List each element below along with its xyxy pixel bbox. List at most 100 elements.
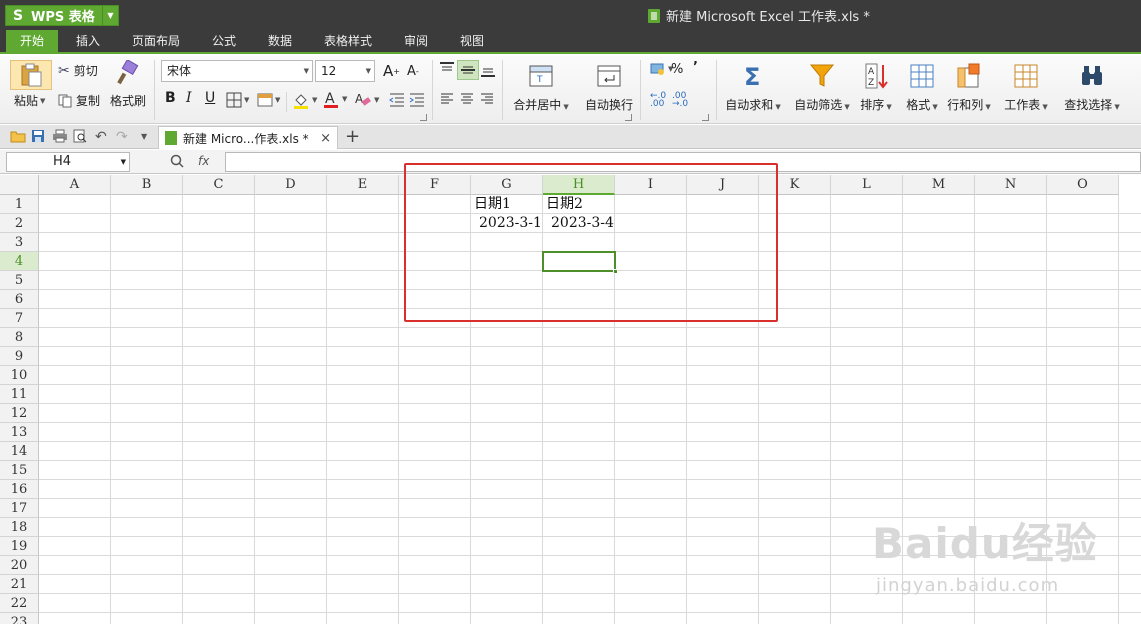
align-right-button[interactable] — [480, 93, 494, 105]
number-dialog-launcher[interactable] — [702, 114, 709, 121]
autosum-button[interactable]: Σ 自动求和 ▼ — [718, 60, 788, 120]
autofilter-button[interactable]: 自动筛选 ▼ — [787, 60, 857, 120]
undo-button[interactable]: ↶ — [95, 129, 107, 145]
insert-function-icon[interactable]: fx — [198, 154, 209, 168]
zoom-search-icon[interactable] — [170, 154, 184, 168]
decrease-indent-button[interactable] — [389, 92, 405, 108]
row-header-21[interactable]: 21 — [0, 575, 39, 594]
row-header-3[interactable]: 3 — [0, 233, 39, 252]
cell-style-button[interactable]: ▼ — [257, 92, 280, 108]
shrink-font-button[interactable]: A- — [407, 64, 419, 79]
row-header-16[interactable]: 16 — [0, 480, 39, 499]
comma-style-button[interactable]: ’ — [693, 60, 698, 75]
column-header-n[interactable]: N — [975, 175, 1047, 195]
row-header-17[interactable]: 17 — [0, 499, 39, 518]
worksheet-button[interactable]: 工作表 ▼ — [998, 60, 1054, 120]
sort-button[interactable]: AZ 排序 ▼ — [848, 60, 904, 120]
row-header-9[interactable]: 9 — [0, 347, 39, 366]
row-header-4[interactable]: 4 — [0, 252, 39, 271]
row-header-1[interactable]: 1 — [0, 195, 39, 214]
italic-button[interactable]: I — [186, 90, 192, 106]
quick-access-menu-button[interactable]: ▼ — [141, 132, 147, 141]
cut-button[interactable]: ✂ 剪切 — [58, 62, 98, 79]
row-header-19[interactable]: 19 — [0, 537, 39, 556]
wrap-text-button[interactable]: 自动换行 — [574, 60, 644, 120]
row-header-22[interactable]: 22 — [0, 594, 39, 613]
row-header-11[interactable]: 11 — [0, 385, 39, 404]
row-header-13[interactable]: 13 — [0, 423, 39, 442]
font-size-select[interactable]: 12 ▼ — [315, 60, 375, 82]
row-header-8[interactable]: 8 — [0, 328, 39, 347]
fill-color-button[interactable]: ▼ — [292, 91, 317, 109]
row-header-7[interactable]: 7 — [0, 309, 39, 328]
column-header-o[interactable]: O — [1047, 175, 1119, 195]
print-preview-button[interactable] — [73, 129, 87, 143]
font-dialog-launcher[interactable] — [420, 114, 427, 121]
tab-page-layout[interactable]: 页面布局 — [122, 30, 190, 52]
alignment-dialog-launcher[interactable] — [625, 114, 632, 121]
plus-icon: + — [345, 126, 361, 147]
chevron-down-icon[interactable]: ▼ — [121, 153, 126, 171]
clear-format-button[interactable]: A ▼ — [354, 91, 379, 109]
column-header-m[interactable]: M — [903, 175, 975, 195]
borders-button[interactable]: ▼ — [226, 92, 249, 108]
tab-home[interactable]: 开始 — [6, 30, 58, 52]
align-left-button[interactable] — [440, 93, 454, 105]
tab-formulas[interactable]: 公式 — [198, 30, 250, 52]
document-tab[interactable]: 新建 Micro...作表.xls * × — [158, 126, 338, 149]
paste-button[interactable] — [10, 60, 52, 90]
column-header-a[interactable]: A — [39, 175, 111, 195]
font-color-button[interactable]: A ▼ — [322, 90, 347, 108]
row-header-14[interactable]: 14 — [0, 442, 39, 461]
bold-button[interactable]: B — [165, 90, 176, 106]
open-folder-button[interactable] — [10, 129, 26, 143]
increase-decimal-button[interactable]: ←.0.00 — [650, 92, 666, 109]
row-header-18[interactable]: 18 — [0, 518, 39, 537]
new-tab-button[interactable]: + — [345, 126, 360, 147]
align-middle-button[interactable] — [457, 60, 479, 80]
tab-view[interactable]: 视图 — [446, 30, 498, 52]
currency-format-button[interactable]: ▼ — [650, 62, 673, 76]
tab-review[interactable]: 审阅 — [390, 30, 442, 52]
row-header-23[interactable]: 23 — [0, 613, 39, 624]
align-center-button[interactable] — [460, 93, 474, 105]
column-header-e[interactable]: E — [327, 175, 399, 195]
row-header-15[interactable]: 15 — [0, 461, 39, 480]
tab-insert[interactable]: 插入 — [62, 30, 114, 52]
chevron-down-icon[interactable]: ▼ — [102, 6, 118, 25]
underline-button[interactable]: U — [205, 90, 215, 106]
copy-button[interactable]: 复制 — [58, 92, 100, 109]
row-header-12[interactable]: 12 — [0, 404, 39, 423]
column-header-d[interactable]: D — [255, 175, 327, 195]
row-header-20[interactable]: 20 — [0, 556, 39, 575]
row-header-2[interactable]: 2 — [0, 214, 39, 233]
decrease-decimal-button[interactable]: .00 →.0 — [672, 92, 688, 109]
tab-table-style[interactable]: 表格样式 — [312, 30, 384, 52]
column-header-c[interactable]: C — [183, 175, 255, 195]
tab-data[interactable]: 数据 — [254, 30, 306, 52]
merge-center-button[interactable]: T 合并居中 ▼ — [506, 60, 576, 120]
wps-app-menu-button[interactable]: S WPS 表格 ▼ — [5, 5, 119, 26]
grow-font-button[interactable]: A + — [383, 62, 400, 80]
row-header-10[interactable]: 10 — [0, 366, 39, 385]
print-button[interactable] — [52, 129, 68, 143]
row-header-6[interactable]: 6 — [0, 290, 39, 309]
column-header-l[interactable]: L — [831, 175, 903, 195]
row-header-5[interactable]: 5 — [0, 271, 39, 290]
name-box[interactable]: H4 ▼ — [6, 152, 130, 172]
column-header-b[interactable]: B — [111, 175, 183, 195]
find-select-button[interactable]: 查找选择 ▼ — [1056, 60, 1128, 120]
redo-button[interactable]: ↷ — [116, 129, 128, 145]
increase-indent-button[interactable] — [409, 92, 425, 108]
save-button[interactable] — [31, 129, 45, 143]
rows-columns-button[interactable]: 行和列 ▼ — [940, 60, 998, 120]
format-button[interactable]: 格式 ▼ — [898, 60, 946, 120]
percent-button[interactable]: % — [671, 62, 683, 77]
font-name-select[interactable]: 宋体 ▼ — [161, 60, 313, 82]
select-all-corner[interactable] — [0, 175, 39, 195]
align-top-button[interactable] — [439, 62, 455, 76]
format-painter-button[interactable]: 格式刷 — [108, 60, 148, 109]
paste-menu-button[interactable]: 粘贴 ▼ — [14, 92, 45, 109]
align-bottom-button[interactable] — [480, 64, 496, 78]
close-icon[interactable]: × — [320, 131, 331, 146]
